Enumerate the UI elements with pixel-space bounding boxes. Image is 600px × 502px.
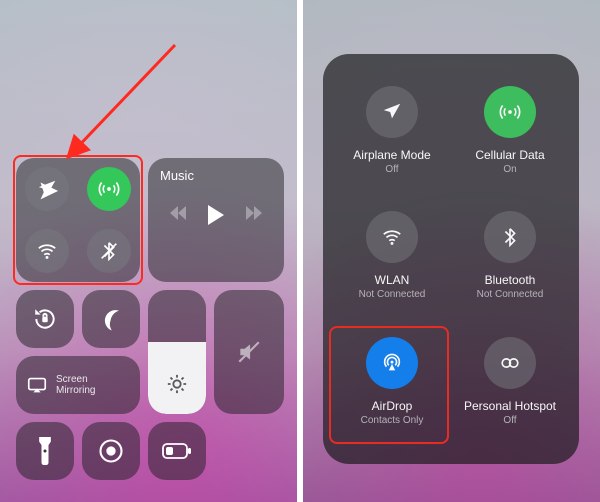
- speaker-mute-icon: [236, 339, 262, 365]
- bluetooth-status: Not Connected: [477, 289, 544, 300]
- cellular-toggle-large[interactable]: [484, 86, 536, 138]
- brightness-icon: [166, 373, 188, 400]
- bluetooth-toggle-large[interactable]: [484, 211, 536, 263]
- screen-mirroring-icon: [26, 374, 48, 396]
- wifi-icon: [381, 226, 403, 248]
- battery-icon: [162, 442, 192, 460]
- connectivity-expanded-panel: Airplane Mode Off Cellular Data On: [323, 54, 579, 464]
- screen-mirroring-button[interactable]: Screen Mirroring: [16, 356, 140, 414]
- airplane-icon: [36, 178, 58, 200]
- wifi-toggle[interactable]: [25, 229, 69, 273]
- flashlight-icon: [36, 437, 54, 465]
- comparison-stage: Music: [0, 0, 600, 502]
- hotspot-icon: [499, 352, 521, 374]
- airdrop-toggle-large[interactable]: [366, 337, 418, 389]
- flashlight-button[interactable]: [16, 422, 74, 480]
- cellular-toggle[interactable]: [87, 167, 131, 211]
- next-track-button[interactable]: [246, 206, 262, 225]
- volume-slider[interactable]: [214, 290, 284, 414]
- airdrop-icon: [381, 352, 403, 374]
- cellular-title: Cellular Data: [475, 148, 544, 162]
- airplane-toggle[interactable]: [25, 167, 69, 211]
- record-icon: [97, 437, 125, 465]
- prev-track-button[interactable]: [170, 206, 186, 225]
- screen-record-button[interactable]: [82, 422, 140, 480]
- hotspot-status: Off: [503, 415, 516, 426]
- music-title: Music: [160, 168, 272, 183]
- airplane-cell[interactable]: Airplane Mode Off: [333, 72, 451, 197]
- orientation-lock-button[interactable]: [16, 290, 74, 348]
- wlan-title: WLAN: [375, 273, 410, 287]
- airplane-toggle-large[interactable]: [366, 86, 418, 138]
- play-button[interactable]: [208, 205, 224, 225]
- wlan-status: Not Connected: [359, 289, 426, 300]
- cellular-status: On: [503, 164, 516, 175]
- hotspot-title: Personal Hotspot: [464, 399, 556, 413]
- low-power-button[interactable]: [148, 422, 206, 480]
- hotspot-toggle-large[interactable]: [484, 337, 536, 389]
- wlan-toggle-large[interactable]: [366, 211, 418, 263]
- orientation-lock-icon: [32, 306, 58, 332]
- screenshot-right: Airplane Mode Off Cellular Data On: [303, 0, 600, 502]
- bluetooth-title: Bluetooth: [485, 273, 536, 287]
- screenshot-left: Music: [0, 0, 297, 502]
- annotation-arrow: [55, 40, 185, 170]
- bluetooth-cell[interactable]: Bluetooth Not Connected: [451, 197, 569, 322]
- wlan-cell[interactable]: WLAN Not Connected: [333, 197, 451, 322]
- airplane-status: Off: [385, 164, 398, 175]
- airdrop-cell[interactable]: AirDrop Contacts Only: [333, 323, 451, 448]
- bluetooth-off-icon: [98, 240, 120, 262]
- airdrop-status: Contacts Only: [361, 415, 424, 426]
- bluetooth-toggle[interactable]: [87, 229, 131, 273]
- bluetooth-icon: [499, 226, 521, 248]
- do-not-disturb-button[interactable]: [82, 290, 140, 348]
- screen-mirroring-label: Screen Mirroring: [56, 374, 95, 397]
- airdrop-title: AirDrop: [372, 399, 413, 413]
- connectivity-group[interactable]: [16, 158, 140, 282]
- wifi-icon: [36, 240, 58, 262]
- brightness-slider[interactable]: [148, 290, 206, 414]
- music-card[interactable]: Music: [148, 158, 284, 282]
- cellular-icon: [98, 178, 120, 200]
- airplane-icon: [381, 101, 403, 123]
- airplane-title: Airplane Mode: [353, 148, 430, 162]
- cellular-cell[interactable]: Cellular Data On: [451, 72, 569, 197]
- cellular-icon: [499, 101, 521, 123]
- moon-icon: [97, 305, 125, 333]
- hotspot-cell[interactable]: Personal Hotspot Off: [451, 323, 569, 448]
